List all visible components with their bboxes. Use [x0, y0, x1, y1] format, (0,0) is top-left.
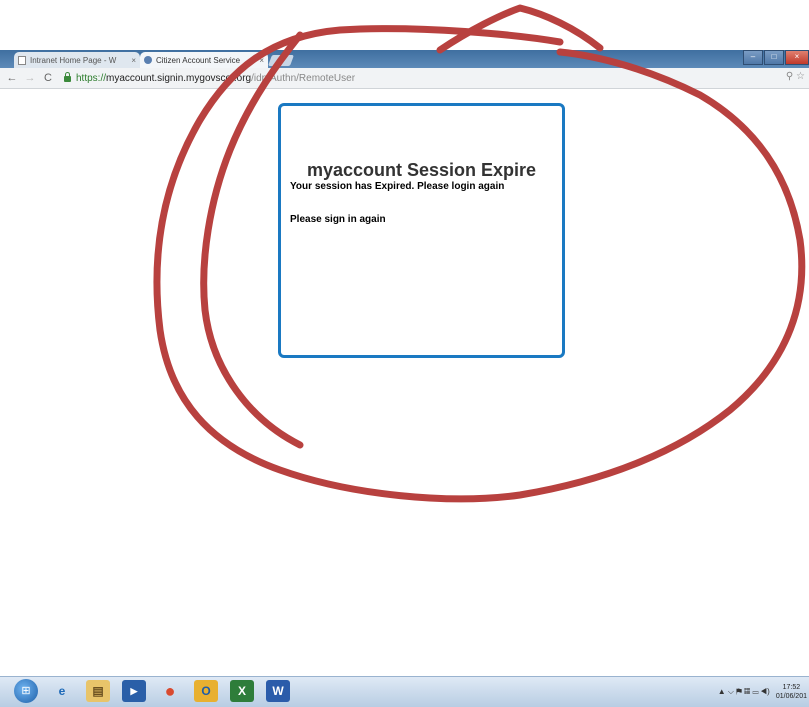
clock[interactable]: 17:52 01/06/201: [776, 683, 807, 701]
sign-in-again-text: Please sign in again: [290, 214, 386, 225]
tab-label: Citizen Account Service: [156, 55, 241, 65]
tray-icons[interactable]: ▲ ⌵ ⚑ ▦ ▭ ◀): [718, 687, 770, 697]
start-button[interactable]: ⊞: [14, 679, 38, 703]
url-field[interactable]: https://myaccount.signin.mygovscot.org/i…: [76, 73, 355, 84]
tab-citizen-account[interactable]: Citizen Account Service ×: [140, 52, 268, 68]
excel-icon[interactable]: X: [230, 680, 254, 702]
address-bar-row: ← → C https://myaccount.signin.mygovscot…: [0, 68, 809, 89]
close-button[interactable]: ×: [785, 50, 809, 65]
tab-close-icon[interactable]: ×: [259, 56, 264, 65]
bookmark-star-icon[interactable]: ⚲ ☆: [786, 71, 805, 82]
tab-label: Intranet Home Page - W: [30, 55, 117, 65]
internet-explorer-icon[interactable]: e: [50, 680, 74, 702]
outlook-icon[interactable]: O: [194, 680, 218, 702]
maximize-button[interactable]: □: [764, 50, 784, 65]
file-explorer-icon[interactable]: ▤: [86, 680, 110, 702]
window-controls: – □ ×: [742, 50, 809, 65]
blank-area: [0, 0, 809, 50]
chrome-icon[interactable]: ●: [158, 680, 182, 702]
clock-date: 01/06/201: [775, 693, 807, 700]
reload-icon[interactable]: C: [42, 72, 54, 84]
new-tab-button[interactable]: [267, 55, 295, 66]
word-icon[interactable]: W: [266, 680, 290, 702]
media-player-icon[interactable]: ▶: [122, 680, 146, 702]
session-expire-dialog: myaccount Session Expire: [278, 103, 565, 358]
minimize-button[interactable]: –: [743, 50, 763, 65]
page-icon: [18, 55, 26, 65]
tab-close-icon[interactable]: ×: [131, 56, 136, 65]
user-icon: [144, 56, 152, 64]
dialog-title: myaccount Session Expire: [306, 160, 537, 180]
clock-time: 17:52: [782, 684, 801, 691]
back-arrow-icon[interactable]: ←: [6, 72, 18, 84]
forward-arrow-icon[interactable]: →: [24, 72, 36, 84]
tab-intranet[interactable]: Intranet Home Page - W ×: [14, 52, 140, 68]
system-tray: ▲ ⌵ ⚑ ▦ ▭ ◀) 17:52 01/06/201: [718, 682, 809, 702]
session-expired-message: Your session has Expired. Please login a…: [290, 181, 505, 192]
lock-icon: [64, 72, 71, 82]
